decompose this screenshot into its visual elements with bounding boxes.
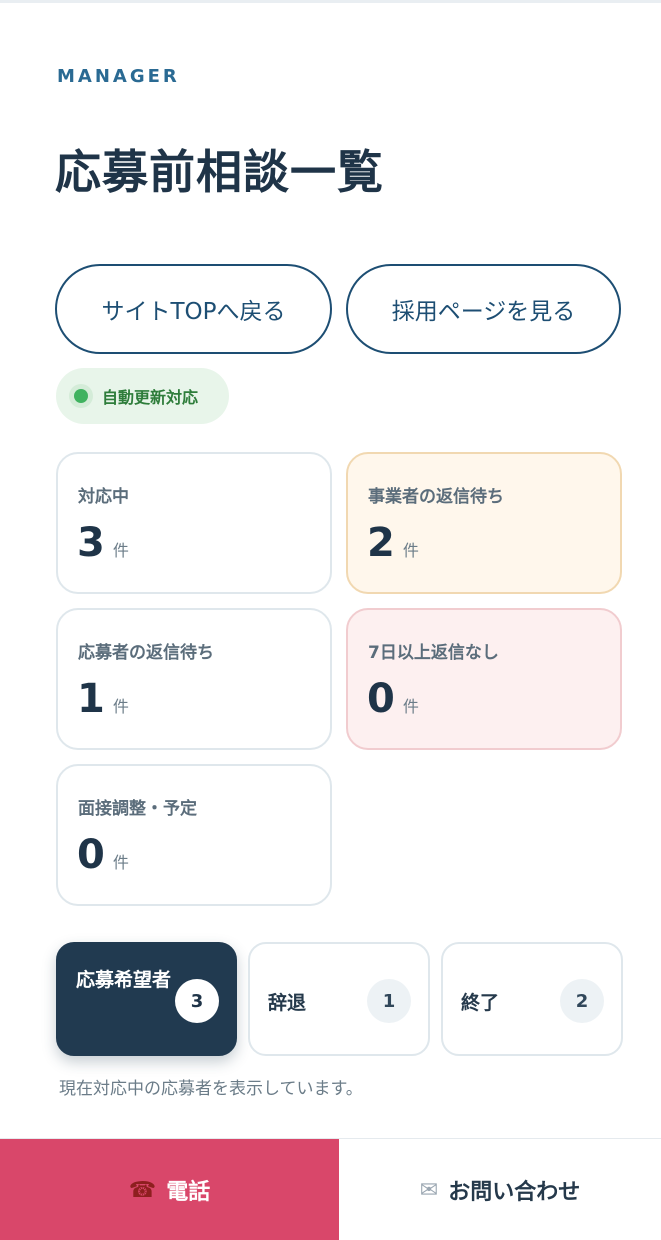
- stat-count: 0: [77, 832, 105, 878]
- call-label: 電話: [166, 1180, 211, 1205]
- stat-value: 0 件: [77, 832, 129, 878]
- stat-value: 1 件: [77, 676, 129, 722]
- stat-label: 対応中: [78, 487, 129, 507]
- auto-update-badge: 自動更新対応: [56, 368, 229, 424]
- auto-update-label: 自動更新対応: [102, 388, 199, 407]
- tab-closed[interactable]: 終了 2: [441, 942, 623, 1056]
- stat-unit: 件: [112, 697, 129, 716]
- stat-unit: 件: [402, 697, 419, 716]
- tab-label: 終了: [461, 992, 500, 1014]
- section-eyebrow: MANAGER: [57, 66, 180, 87]
- bottom-action-bar: ☎ 電話 ✉ お問い合わせ: [0, 1138, 661, 1240]
- tab-description: 現在対応中の応募者を表示しています。: [59, 1079, 363, 1099]
- status-dot-icon: [74, 389, 88, 403]
- telephone-icon: ☎: [128, 1177, 157, 1203]
- stat-card-no-reply-7days[interactable]: 7日以上返信なし 0 件: [346, 608, 622, 750]
- stat-card-awaiting-applicant[interactable]: 応募者の返信待ち 1 件: [56, 608, 332, 750]
- stat-value: 3 件: [77, 520, 129, 566]
- stat-count: 2: [367, 520, 395, 566]
- stat-card-in-progress[interactable]: 対応中 3 件: [56, 452, 332, 594]
- stat-label: 事業者の返信待ち: [368, 487, 504, 507]
- stat-value: 0 件: [367, 676, 419, 722]
- tab-applicants[interactable]: 応募希望者 3: [56, 942, 237, 1056]
- stat-count: 3: [77, 520, 105, 566]
- call-button[interactable]: ☎ 電話: [0, 1139, 339, 1240]
- stat-card-awaiting-business[interactable]: 事業者の返信待ち 2 件: [346, 452, 622, 594]
- stat-value: 2 件: [367, 520, 419, 566]
- recruit-page-button[interactable]: 採用ページを見る: [346, 264, 621, 354]
- tab-count-badge: 2: [560, 979, 604, 1023]
- tab-label: 辞退: [268, 992, 307, 1014]
- contact-label: お問い合わせ: [448, 1180, 581, 1205]
- stat-label: 面接調整・予定: [78, 799, 197, 819]
- stat-count: 1: [77, 676, 105, 722]
- tab-count-badge: 3: [175, 979, 219, 1023]
- stat-label: 応募者の返信待ち: [78, 643, 214, 663]
- tab-declined[interactable]: 辞退 1: [248, 942, 430, 1056]
- page-title: 応募前相談一覧: [55, 145, 384, 199]
- stat-unit: 件: [112, 853, 129, 872]
- stat-card-interview[interactable]: 面接調整・予定 0 件: [56, 764, 332, 906]
- contact-button[interactable]: ✉ お問い合わせ: [339, 1139, 661, 1240]
- stat-unit: 件: [402, 541, 419, 560]
- envelope-icon: ✉: [419, 1177, 439, 1203]
- stat-label: 7日以上返信なし: [368, 643, 499, 663]
- site-top-button[interactable]: サイトTOPへ戻る: [55, 264, 332, 354]
- stat-unit: 件: [112, 541, 129, 560]
- tab-count-badge: 1: [367, 979, 411, 1023]
- top-divider: [0, 0, 661, 3]
- tab-label: 応募希望者: [76, 969, 172, 991]
- stat-count: 0: [367, 676, 395, 722]
